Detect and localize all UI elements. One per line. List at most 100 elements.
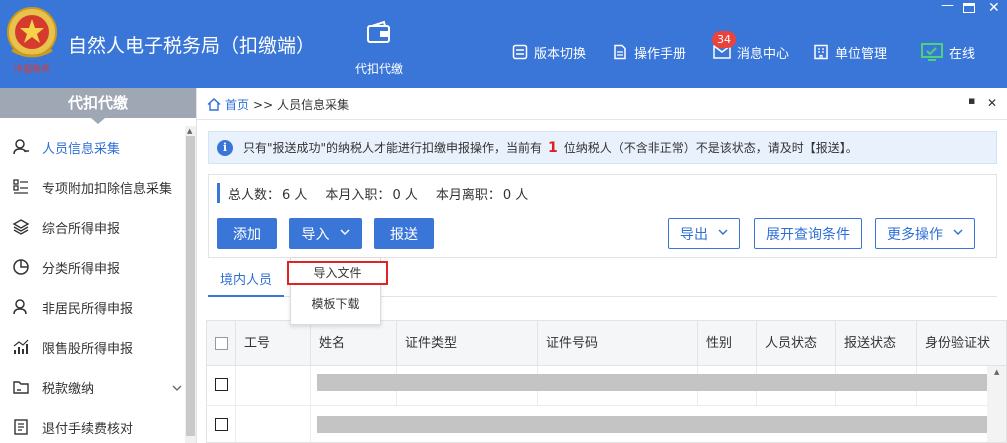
template-download-menu-item[interactable]: 模板下载: [291, 291, 380, 317]
folder-icon: [12, 378, 30, 396]
bar-chart-icon: [12, 338, 30, 356]
chevron-down-icon: [718, 228, 728, 239]
hired-count-value: 0 人: [392, 187, 418, 203]
breadcrumb-current: 人员信息采集: [277, 98, 350, 112]
table-row[interactable]: [207, 366, 1006, 406]
info-icon: i: [217, 139, 233, 156]
document-icon: [12, 418, 30, 436]
column-header-name[interactable]: 姓名: [311, 321, 397, 366]
version-switch-button[interactable]: 版本切换: [512, 42, 586, 62]
import-button[interactable]: 导入: [289, 218, 362, 249]
main-content: 首页 >> 人员信息采集 ▪ ✕ i 只有"报送成功"的纳税人才能进行扣缴申报操…: [197, 88, 1007, 443]
message-center-label: 消息中心: [737, 46, 790, 62]
import-file-menu-item[interactable]: 导入文件: [287, 261, 388, 285]
column-header-id-number[interactable]: 证件号码: [538, 321, 698, 366]
breadcrumb-separator: >>: [253, 97, 274, 112]
sidebar-item-label: 退付手续费核对: [42, 421, 134, 437]
sidebar-item-tax-payment[interactable]: 税款缴纳: [0, 367, 184, 407]
tab-restore-button[interactable]: ▪: [968, 94, 975, 107]
import-dropdown-menu: 导入文件 模板下载: [287, 257, 388, 325]
sidebar-item-restricted-stock[interactable]: 限售股所得申报: [0, 327, 184, 367]
svg-text:中国税务: 中国税务: [14, 63, 50, 75]
import-button-label: 导入: [301, 226, 330, 243]
sidebar: 代扣代缴 人员信息采集 专项附加扣除信息采集 综合所得申报 分类所得申报 非居民…: [0, 88, 197, 443]
scrollbar-thumb[interactable]: [186, 136, 195, 436]
version-switch-label: 版本切换: [534, 46, 587, 62]
select-all-checkbox[interactable]: [215, 337, 228, 350]
redacted-row-content: [317, 374, 987, 391]
sidebar-item-classified-income[interactable]: 分类所得申报: [0, 247, 184, 287]
table-scrollbar[interactable]: ▲: [987, 366, 1006, 442]
nav-withholding[interactable]: 代扣代缴: [346, 20, 412, 80]
home-icon: [207, 98, 221, 111]
redacted-row-content: [317, 416, 987, 433]
table-cell: [236, 406, 311, 442]
sidebar-scrollbar[interactable]: ▲: [185, 126, 196, 443]
column-header-gender[interactable]: 性别: [698, 321, 757, 366]
table-row[interactable]: [207, 406, 1006, 442]
table-cell: [207, 366, 236, 406]
export-button-label: 导出: [680, 226, 708, 243]
list-icon: [12, 178, 30, 196]
manual-button[interactable]: 操作手册: [612, 42, 686, 62]
submit-button[interactable]: 报送: [374, 218, 434, 249]
maximize-window-button[interactable]: [963, 3, 975, 13]
message-count-badge: 34: [712, 31, 736, 48]
export-button[interactable]: 导出: [668, 218, 740, 249]
person-outline-icon: [12, 298, 30, 316]
scroll-up-arrow-icon[interactable]: ▲: [994, 368, 999, 376]
column-header-id-type[interactable]: 证件类型: [397, 321, 538, 366]
column-header-identity-verification[interactable]: 身份验证状: [917, 321, 1006, 366]
sidebar-item-comprehensive-income[interactable]: 综合所得申报: [0, 207, 184, 247]
chevron-down-icon: [172, 381, 182, 396]
manual-icon: [614, 44, 626, 60]
breadcrumb: 首页 >> 人员信息采集: [207, 96, 349, 113]
left-count-value: 0 人: [502, 187, 529, 203]
select-all-cell: [207, 321, 236, 366]
monitor-icon: [921, 43, 943, 61]
wallet-icon: [367, 20, 390, 43]
tax-emblem-logo: 中国税务: [4, 4, 60, 78]
unit-management-label: 单位管理: [835, 46, 888, 62]
sidebar-item-refund-fee-check[interactable]: 退付手续费核对: [0, 407, 184, 443]
close-window-button[interactable]: ✕: [988, 0, 1000, 16]
person-icon: [12, 138, 30, 156]
online-status-label: 在线: [949, 46, 976, 62]
manual-label: 操作手册: [634, 46, 687, 62]
column-header-personnel-status[interactable]: 人员状态: [757, 321, 836, 366]
table-cell: [236, 366, 311, 406]
personnel-stats: 总人数： 6 人 本月入职： 0 人 本月离职： 0 人: [217, 183, 534, 203]
column-header-employee-id[interactable]: 工号: [236, 321, 311, 366]
breadcrumb-home-link[interactable]: 首页: [225, 96, 249, 113]
pie-icon: [12, 258, 30, 276]
tab-domestic-personnel[interactable]: 境内人员: [208, 269, 284, 297]
layers-icon: [12, 218, 30, 236]
switch-icon: [512, 44, 528, 60]
expand-query-button[interactable]: 展开查询条件: [754, 218, 862, 249]
more-actions-label: 更多操作: [887, 226, 943, 243]
table-cell: [207, 406, 236, 442]
add-button[interactable]: 添加: [217, 218, 277, 249]
sidebar-item-personnel-info[interactable]: 人员信息采集: [0, 127, 184, 167]
notice-text-after: 位纳税人（不含非正常）不是该状态，请及时【报送】。: [563, 141, 858, 155]
table-header: 工号 姓名 证件类型 证件号码 性别 人员状态 报送状态 身份验证状: [207, 321, 1006, 366]
sidebar-item-nonresident-income[interactable]: 非居民所得申报: [0, 287, 184, 327]
toolbar-panel: 总人数： 6 人 本月入职： 0 人 本月离职： 0 人 添加 导入 报送 导出…: [208, 174, 997, 258]
sidebar-item-label: 非居民所得申报: [42, 301, 134, 317]
app-title: 自然人电子税务局（扣缴端）: [68, 35, 316, 57]
chevron-down-icon: [953, 228, 963, 239]
notice-banner: i 只有"报送成功"的纳税人才能进行扣缴申报操作，当前有 1 位纳税人（不含非正…: [208, 131, 997, 164]
unit-management-button[interactable]: 单位管理: [813, 42, 887, 62]
sidebar-item-label: 税款缴纳: [42, 381, 95, 397]
building-icon: [814, 44, 828, 60]
tab-close-button[interactable]: ✕: [987, 96, 997, 110]
minimize-window-button[interactable]: —: [941, 0, 954, 13]
column-header-submission-status[interactable]: 报送状态: [836, 321, 917, 366]
scroll-up-arrow-icon[interactable]: ▲: [187, 127, 192, 135]
sidebar-item-label: 综合所得申报: [42, 221, 121, 237]
total-count-value: 6 人: [282, 187, 308, 203]
sidebar-item-label: 分类所得申报: [42, 261, 121, 277]
more-actions-button[interactable]: 更多操作: [875, 218, 975, 249]
sidebar-item-special-deduction[interactable]: 专项附加扣除信息采集: [0, 167, 184, 207]
online-status-button[interactable]: 在线: [921, 42, 975, 62]
